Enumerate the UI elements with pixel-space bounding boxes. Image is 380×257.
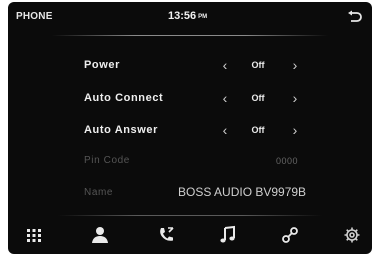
bottom-nav — [8, 215, 372, 254]
setting-label-auto-connect: Auto Connect — [84, 92, 164, 104]
back-icon[interactable] — [346, 10, 362, 26]
bluetooth-link-icon[interactable] — [280, 225, 300, 245]
keypad-icon[interactable] — [24, 225, 44, 245]
clock-time: 13:56 — [168, 10, 197, 22]
device-name-value: BOSS AUDIO BV9979B — [178, 185, 307, 199]
setting-row-name[interactable]: Name BOSS AUDIO BV9979B — [8, 184, 372, 204]
clock-ampm: PM — [198, 14, 208, 20]
chevron-left-icon[interactable]: ‹ — [218, 89, 232, 107]
phone-screen: PHONE 13:56 PM Power ‹ Off › Auto Connect… — [8, 2, 372, 254]
call-log-icon[interactable] — [156, 225, 176, 245]
setting-label-power: Power — [84, 59, 121, 71]
setting-row-auto-answer: Auto Answer ‹ Off › — [8, 121, 372, 141]
contacts-icon[interactable] — [90, 225, 110, 245]
chevron-left-icon[interactable]: ‹ — [218, 121, 232, 139]
chevron-left-icon[interactable]: ‹ — [218, 56, 232, 74]
device-name-label: Name — [84, 187, 114, 198]
page-title: PHONE — [16, 11, 53, 22]
setting-value-power: Off — [251, 60, 265, 70]
chevron-right-icon[interactable]: › — [288, 121, 302, 139]
setting-row-power: Power ‹ Off › — [8, 56, 372, 76]
settings-icon[interactable] — [342, 225, 362, 245]
setting-row-auto-connect: Auto Connect ‹ Off › — [8, 89, 372, 109]
pin-code-label: Pin Code — [84, 155, 130, 166]
top-bar: PHONE 13:56 PM — [8, 2, 372, 36]
chevron-right-icon[interactable]: › — [288, 56, 302, 74]
pin-code-value: 0000 — [276, 156, 299, 166]
chevron-right-icon[interactable]: › — [288, 89, 302, 107]
bottom-divider — [58, 215, 322, 216]
setting-value-auto-answer: Off — [251, 125, 265, 135]
setting-label-auto-answer: Auto Answer — [84, 124, 159, 136]
header-divider — [52, 35, 328, 36]
setting-row-pin-code[interactable]: Pin Code 0000 — [8, 152, 372, 172]
setting-value-auto-connect: Off — [251, 93, 265, 103]
music-icon[interactable] — [218, 225, 238, 245]
clock: 13:56 PM — [168, 10, 207, 22]
